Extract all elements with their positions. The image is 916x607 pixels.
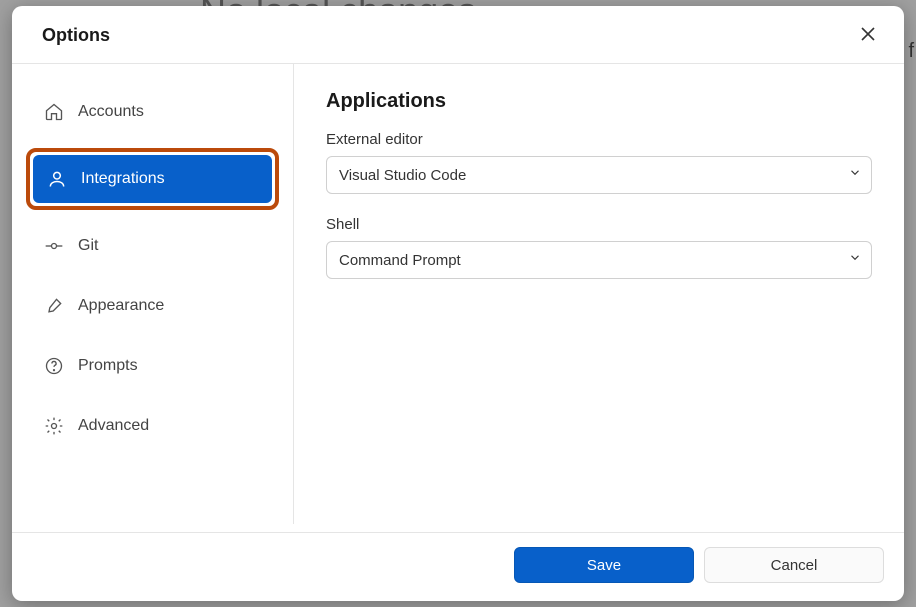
dialog-title: Options xyxy=(42,25,110,46)
tutorial-highlight: Integrations xyxy=(26,148,279,210)
external-editor-select[interactable]: Visual Studio Code xyxy=(326,156,872,194)
external-editor-field: External editor Visual Studio Code xyxy=(326,131,872,194)
sidebar-item-appearance[interactable]: Appearance xyxy=(30,282,275,330)
sidebar-item-label: Prompts xyxy=(78,357,138,375)
select-wrap: Visual Studio Code xyxy=(326,156,872,194)
options-dialog: Options Accounts xyxy=(12,6,904,601)
dialog-footer: Save Cancel xyxy=(12,532,904,601)
background-letter: f xyxy=(908,40,914,63)
sidebar: Accounts Integrations xyxy=(12,64,294,524)
select-value: Visual Studio Code xyxy=(339,167,466,184)
sidebar-item-git[interactable]: Git xyxy=(30,222,275,270)
sidebar-item-accounts[interactable]: Accounts xyxy=(30,88,275,136)
sidebar-item-label: Appearance xyxy=(78,297,164,315)
field-label: External editor xyxy=(326,131,872,148)
close-icon xyxy=(860,30,876,45)
sidebar-item-label: Accounts xyxy=(78,103,144,121)
sidebar-item-label: Git xyxy=(78,237,98,255)
question-icon xyxy=(44,356,64,376)
sidebar-item-integrations[interactable]: Integrations xyxy=(33,155,272,203)
section-title: Applications xyxy=(326,90,872,113)
close-button[interactable] xyxy=(856,22,880,49)
commit-icon xyxy=(44,236,64,256)
sidebar-item-label: Integrations xyxy=(81,170,165,188)
brush-icon xyxy=(44,296,64,316)
person-icon xyxy=(47,169,67,189)
sidebar-item-prompts[interactable]: Prompts xyxy=(30,342,275,390)
field-label: Shell xyxy=(326,216,872,233)
dialog-header: Options xyxy=(12,6,904,64)
select-value: Command Prompt xyxy=(339,252,461,269)
shell-select[interactable]: Command Prompt xyxy=(326,241,872,279)
dialog-body: Accounts Integrations xyxy=(12,64,904,532)
home-icon xyxy=(44,102,64,122)
sidebar-item-label: Advanced xyxy=(78,417,149,435)
shell-field: Shell Command Prompt xyxy=(326,216,872,279)
main-panel: Applications External editor Visual Stud… xyxy=(294,64,904,532)
gear-icon xyxy=(44,416,64,436)
cancel-button[interactable]: Cancel xyxy=(704,547,884,583)
save-button[interactable]: Save xyxy=(514,547,694,583)
sidebar-item-advanced[interactable]: Advanced xyxy=(30,402,275,450)
select-wrap: Command Prompt xyxy=(326,241,872,279)
